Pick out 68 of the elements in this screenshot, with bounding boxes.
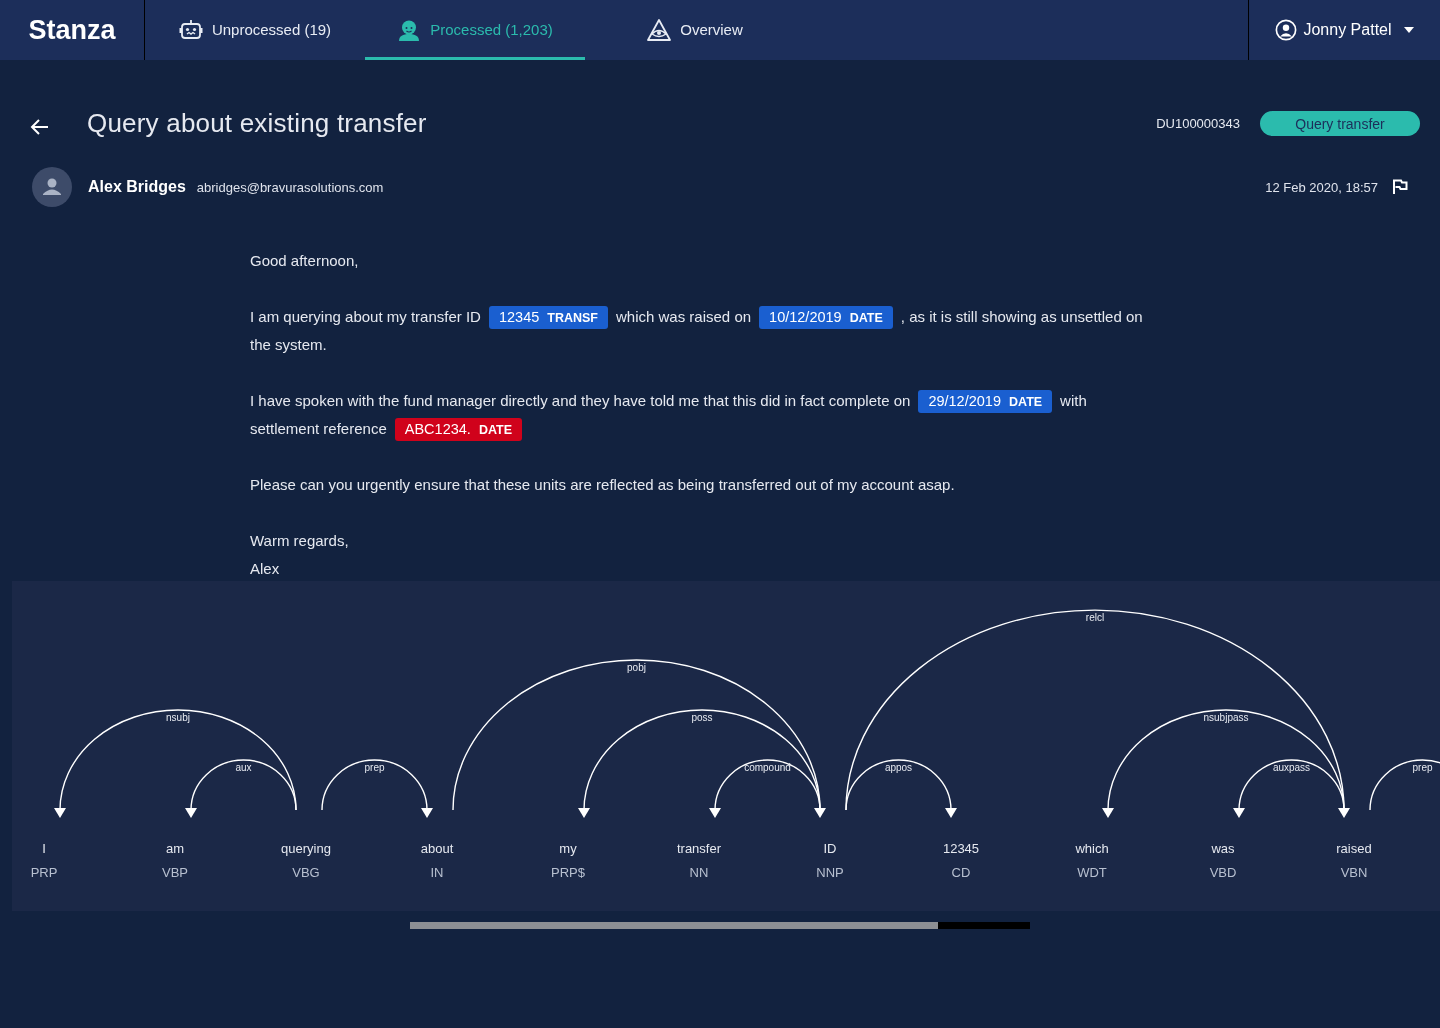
token-word: ID (823, 841, 837, 856)
pos-tag: PRP$ (551, 865, 585, 880)
pos-tag: VBP (162, 865, 188, 880)
back-arrow-icon[interactable] (30, 116, 50, 137)
sender-email: abridges@bravurasolutions.com (196, 179, 385, 195)
pos-tag: IN (430, 865, 444, 880)
app-logo[interactable]: Stanza (0, 0, 145, 60)
body-text: with (1060, 392, 1087, 409)
user-icon (1275, 19, 1298, 41)
caret-icon (1403, 27, 1414, 33)
avatar-icon (32, 167, 72, 207)
arc-label: nsubjpass (1203, 712, 1249, 723)
token-word: my (559, 841, 577, 856)
body-text: Good afternoon, (250, 252, 359, 269)
body-text: settlement reference (250, 420, 387, 437)
robot-icon (178, 17, 203, 42)
nav-tab[interactable]: Overview (585, 0, 805, 60)
nav-tab[interactable]: Processed (1,203) (365, 0, 585, 60)
horizontal-scrollbar[interactable] (410, 922, 1030, 929)
message-date: 12 Feb 2020, 18:57 (1265, 179, 1378, 195)
body-text: Please can you urgently ensure that these units are reflected as being transferred out of my account asap. (250, 476, 955, 493)
arc-label: auxpass (1272, 762, 1311, 773)
message-title: Query about existing transfer (87, 108, 428, 139)
pos-tag: VBG (292, 865, 320, 880)
token-word: raised (1336, 841, 1372, 856)
arc-label: pobj (627, 662, 646, 673)
flag-icon[interactable] (1392, 179, 1408, 195)
user-menu[interactable]: Jonny Pattel (1248, 0, 1440, 60)
body-text: , as it is still showing as unsettled on (900, 308, 1143, 325)
arc-label: appos (884, 762, 913, 773)
category-button[interactable]: Query transfer (1260, 111, 1420, 136)
pos-tag: NNP (816, 865, 844, 880)
entity-tag[interactable]: ABC1234. DATE (394, 418, 522, 441)
token-word: querying (281, 841, 331, 856)
token-word: about (420, 841, 454, 856)
entity-tag[interactable]: 29/12/2019 DATE (918, 390, 1053, 413)
body-text: Alex (250, 560, 280, 577)
pos-tag: NN (689, 865, 709, 880)
body-text: I am querying about my transfer ID (250, 308, 481, 325)
arc-label: prep (1412, 762, 1433, 773)
arc-label: aux (235, 762, 252, 773)
body-text: I have spoken with the fund manager directly and they have told me that this did in fact complete on (250, 392, 911, 409)
pos-tag: VBD (1209, 865, 1237, 880)
entity-tag[interactable]: 12345 TRANSF (488, 306, 608, 329)
dependency-arc (1369, 759, 1440, 811)
pos-tag: CD (951, 865, 971, 880)
body-text: Warm regards, (250, 532, 349, 549)
body-text: which was raised on (616, 308, 752, 325)
entity-tag[interactable]: 10/12/2019 DATE (759, 306, 893, 329)
pos-tag: VBN (1340, 865, 1368, 880)
token-word: am (165, 841, 185, 856)
token-word: 12345 (942, 841, 980, 856)
arc-label: relcl (1085, 612, 1105, 623)
arc-label: poss (691, 712, 713, 723)
eye-triangle-icon (647, 17, 672, 42)
pos-tag: PRP (30, 865, 58, 880)
pos-tag: WDT (1077, 865, 1107, 880)
token-word: was (1211, 841, 1235, 856)
body-text: the system. (250, 336, 327, 353)
token-word: which (1075, 841, 1109, 856)
reference-number: DU100000343 (1156, 116, 1240, 131)
nav-tab[interactable]: Unprocessed (19) (145, 0, 365, 60)
arc-label: compound (744, 762, 791, 773)
token-word: transfer (676, 841, 722, 856)
sender-name: Alex Bridges (88, 178, 186, 196)
arc-label: prep (364, 762, 385, 773)
token-word: I (42, 841, 46, 856)
arc-label: nsubj (166, 712, 190, 723)
